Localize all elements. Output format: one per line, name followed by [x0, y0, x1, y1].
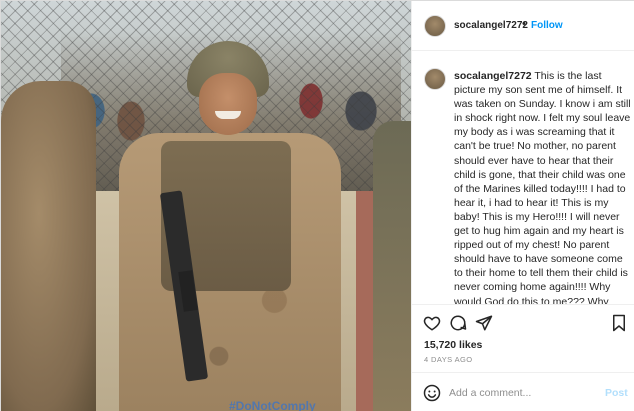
photo-marine-smile — [215, 111, 241, 119]
instagram-post: #DoNotComply socalangel7272 • Follow soc… — [0, 0, 634, 411]
comment-icon[interactable] — [449, 314, 467, 332]
emoji-icon[interactable] — [423, 384, 441, 402]
photo-marine-face — [199, 73, 257, 135]
post-sidebar: socalangel7272 • Follow socalangel7272 T… — [411, 1, 634, 411]
comment-input[interactable] — [449, 387, 589, 399]
caption-username[interactable]: socalangel7272 — [454, 70, 532, 82]
like-count[interactable]: 15,720 likes — [424, 339, 482, 351]
caption-avatar[interactable] — [424, 68, 446, 90]
header-username[interactable]: socalangel7272 — [454, 20, 528, 31]
caption-body: This is the last picture my son sent me … — [454, 70, 631, 304]
photo-soldier-left — [1, 81, 96, 411]
post-caption: socalangel7272 This is the last picture … — [412, 61, 634, 304]
post-actions: 15,720 likes 4 DAYS AGO Post — [412, 304, 634, 411]
post-photo[interactable]: #DoNotComply — [1, 1, 411, 411]
post-header: socalangel7272 • Follow — [412, 1, 634, 51]
share-icon[interactable] — [475, 314, 493, 332]
post-comment-button[interactable]: Post — [605, 387, 628, 399]
comment-bar: Post — [412, 372, 634, 411]
photo-soldier-right — [373, 121, 411, 411]
caption-text-block: socalangel7272 This is the last picture … — [454, 69, 634, 304]
photo-watermark: #DoNotComply — [229, 399, 316, 411]
header-separator: • — [522, 18, 526, 30]
bookmark-icon[interactable] — [610, 314, 628, 332]
avatar[interactable] — [424, 15, 446, 37]
follow-button[interactable]: Follow — [531, 20, 563, 31]
heart-icon[interactable] — [423, 314, 441, 332]
post-date[interactable]: 4 DAYS AGO — [424, 355, 472, 364]
